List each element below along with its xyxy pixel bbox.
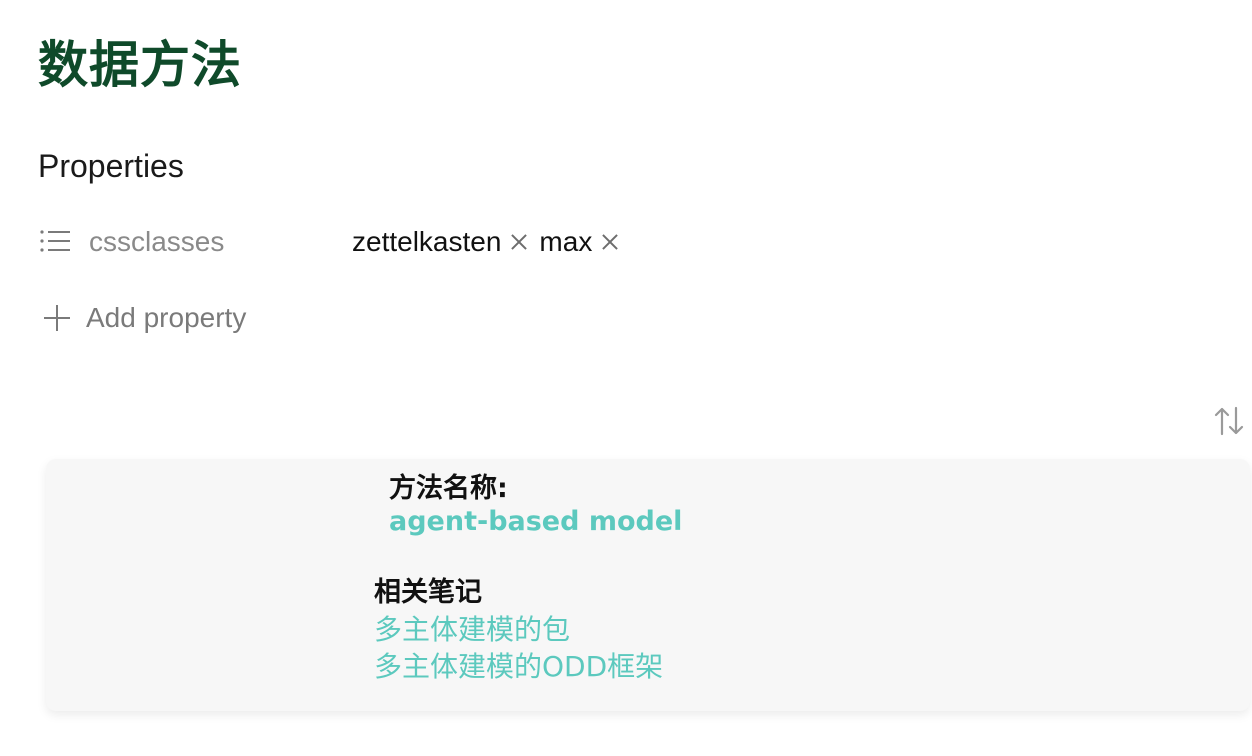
plus-icon [44,305,70,331]
property-values[interactable]: zettelkasten max [352,220,630,264]
property-row-cssclasses[interactable]: cssclasses zettelkasten max [38,220,738,264]
properties-heading[interactable]: Properties [38,144,184,188]
pill-label[interactable]: zettelkasten [352,226,501,258]
add-property-button[interactable]: Add property [44,296,246,340]
sort-arrows-icon[interactable] [1212,404,1246,438]
property-key[interactable]: cssclasses [89,220,224,264]
related-note-link[interactable]: 多主体建模的包 [374,612,570,648]
method-name-label: 方法名称: [389,473,508,504]
method-name-link[interactable]: agent-based model [389,505,682,539]
pill-label[interactable]: max [539,226,592,258]
related-note-link[interactable]: 多主体建模的ODD框架 [374,649,663,685]
remove-value-icon[interactable] [600,232,620,252]
page-title[interactable]: 数据方法 [38,30,242,100]
pill-max[interactable]: max [539,226,620,258]
query-result-card: 方法名称: agent-based model 相关笔记 多主体建模的包 多主体… [46,459,1250,711]
related-notes-label: 相关笔记 [374,577,482,608]
pill-zettelkasten[interactable]: zettelkasten [352,226,529,258]
note-view: 数据方法 Properties cssclasses zettelkasten … [0,0,1252,756]
remove-value-icon[interactable] [509,232,529,252]
list-icon [40,230,70,252]
add-property-label: Add property [86,302,247,333]
